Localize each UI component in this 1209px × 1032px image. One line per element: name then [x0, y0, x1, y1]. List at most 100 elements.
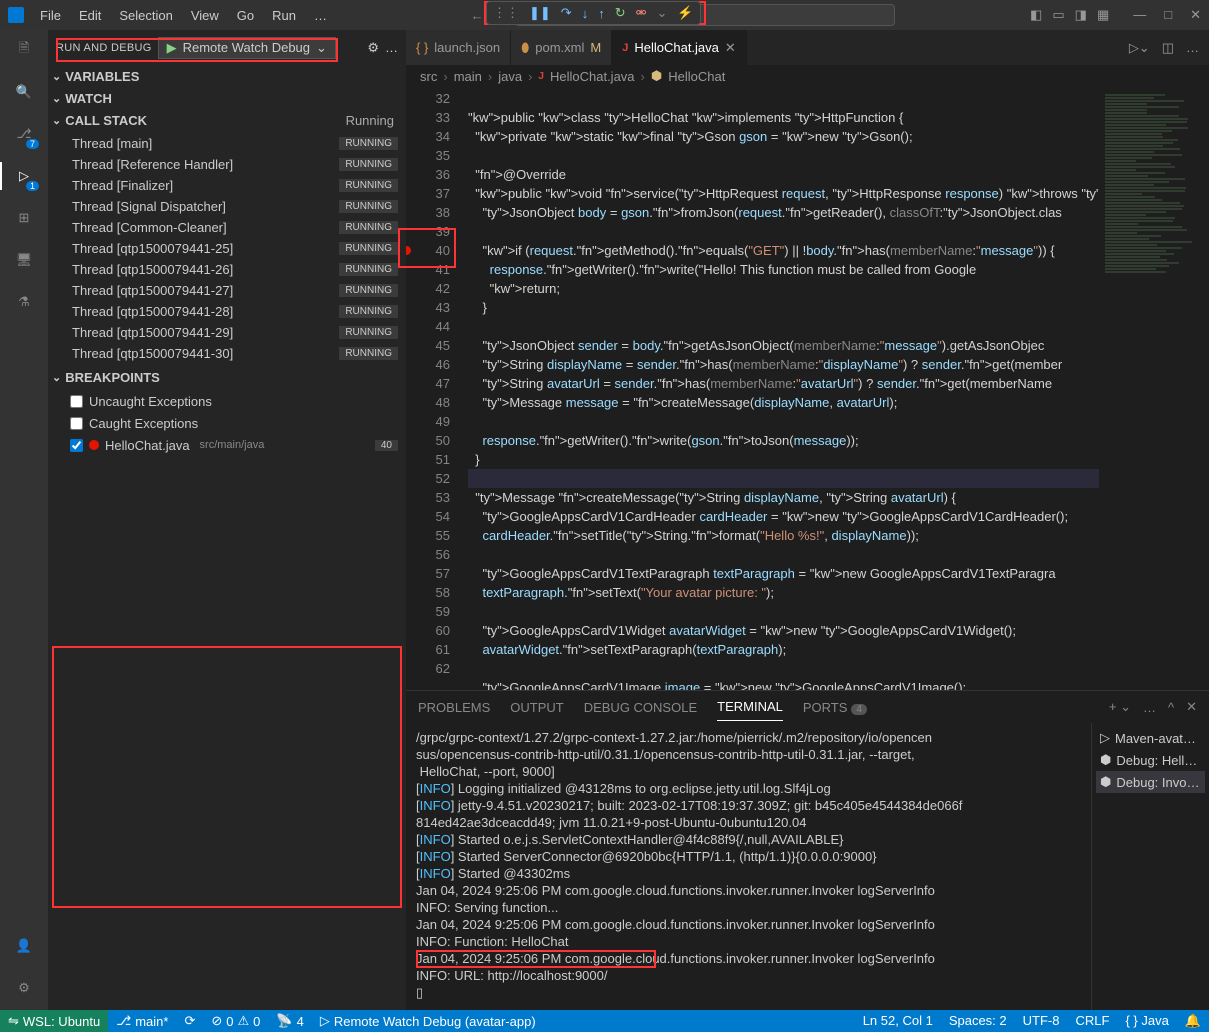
json-icon: { }	[416, 40, 428, 55]
menu-file[interactable]: File	[32, 4, 69, 27]
callstack-thread[interactable]: Thread [qtp1500079441-28]RUNNING	[48, 301, 406, 322]
minimize-icon[interactable]: —	[1133, 7, 1146, 23]
layout-right-icon[interactable]: ◨	[1075, 7, 1087, 23]
gear-icon[interactable]: ⚙	[367, 40, 379, 56]
remote-explorer-icon[interactable]: 🖥	[12, 248, 36, 272]
git-branch[interactable]: ⎇ main*	[108, 1010, 176, 1032]
terminal-list: ▷Maven-avat…⬢Debug: Hell…⬢Debug: Invo…	[1091, 723, 1209, 1010]
minimap[interactable]	[1099, 87, 1209, 690]
new-terminal-icon[interactable]: + ⌄	[1109, 699, 1131, 715]
tab-hellochat-java[interactable]: JHelloChat.java✕	[612, 30, 747, 65]
menu-edit[interactable]: Edit	[71, 4, 109, 27]
menu-run[interactable]: Run	[264, 4, 304, 27]
callstack-thread[interactable]: Thread [main]RUNNING	[48, 133, 406, 154]
callstack-thread[interactable]: Thread [Common-Cleaner]RUNNING	[48, 217, 406, 238]
more-icon[interactable]: …	[1143, 700, 1156, 715]
breadcrumb[interactable]: src› main› java› J HelloChat.java› ⬢ Hel…	[406, 65, 1209, 87]
hot-reload-icon[interactable]: ⚡	[677, 5, 693, 21]
menu-view[interactable]: View	[183, 4, 227, 27]
cursor-position[interactable]: Ln 52, Col 1	[855, 1013, 941, 1028]
tab-launch-json[interactable]: { }launch.json	[406, 30, 511, 65]
step-over-icon[interactable]: ↷	[561, 5, 572, 21]
breakpoint-checkbox[interactable]	[70, 417, 83, 430]
maximize-icon[interactable]: □	[1164, 7, 1172, 23]
callstack-thread[interactable]: Thread [Finalizer]RUNNING	[48, 175, 406, 196]
ports-indicator[interactable]: 📡 4	[268, 1010, 311, 1032]
callstack-thread[interactable]: Thread [qtp1500079441-25]RUNNING	[48, 238, 406, 259]
gutter[interactable]: 3233343536373839404142434445464748495051…	[406, 87, 468, 690]
pause-icon[interactable]: ❚❚	[529, 5, 551, 21]
java-icon: J	[622, 42, 628, 54]
drag-icon[interactable]: ⋮⋮	[493, 5, 519, 21]
breakpoint-checkbox[interactable]	[70, 439, 83, 452]
tab-output[interactable]: OUTPUT	[510, 694, 563, 721]
search-icon[interactable]: 🔍	[12, 80, 36, 104]
restart-icon[interactable]: ↻	[615, 5, 626, 21]
tab-problems[interactable]: PROBLEMS	[418, 694, 490, 721]
chevron-down-icon[interactable]: ⌄	[657, 5, 668, 21]
callstack-thread[interactable]: Thread [qtp1500079441-26]RUNNING	[48, 259, 406, 280]
remote-indicator[interactable]: ⇋ WSL: Ubuntu	[0, 1010, 108, 1032]
breakpoint-dot-icon	[89, 440, 99, 450]
step-out-icon[interactable]: ↑	[598, 6, 605, 21]
tab-ports[interactable]: PORTS4	[803, 694, 867, 721]
run-debug-icon[interactable]: ▷1	[12, 164, 36, 188]
extensions-icon[interactable]: ⊞	[12, 206, 36, 230]
nav-back-icon[interactable]: ←	[471, 8, 484, 23]
disconnect-icon[interactable]: ⚮	[636, 5, 647, 21]
debug-toolbar[interactable]: ⋮⋮ ❚❚ ↷ ↓ ↑ ↻ ⚮ ⌄ ⚡	[486, 1, 701, 25]
close-icon[interactable]: ✕	[725, 40, 736, 56]
tab-debug-console[interactable]: DEBUG CONSOLE	[584, 694, 697, 721]
tab-terminal[interactable]: TERMINAL	[717, 693, 783, 721]
menu-selection[interactable]: Selection	[111, 4, 180, 27]
testing-icon[interactable]: ⚗	[12, 290, 36, 314]
menu-go[interactable]: Go	[229, 4, 262, 27]
split-icon[interactable]: ◫	[1162, 40, 1174, 56]
callstack-thread[interactable]: Thread [qtp1500079441-27]RUNNING	[48, 280, 406, 301]
notifications-icon[interactable]: 🔔	[1177, 1013, 1209, 1029]
indentation[interactable]: Spaces: 2	[941, 1013, 1015, 1028]
more-icon[interactable]: …	[385, 40, 398, 55]
close-icon[interactable]: ✕	[1190, 7, 1201, 23]
git-sync[interactable]: ⟳	[176, 1010, 203, 1032]
xml-icon: ⬮	[521, 40, 529, 56]
menu-more[interactable]: …	[306, 4, 335, 27]
problems-indicator[interactable]: ⊘ 0 ⚠ 0	[203, 1010, 268, 1032]
more-icon[interactable]: …	[1186, 40, 1199, 55]
layout-left-icon[interactable]: ◧	[1030, 7, 1042, 23]
settings-icon[interactable]: ⚙	[12, 976, 36, 1000]
debug-status[interactable]: ▷ Remote Watch Debug (avatar-app)	[312, 1010, 544, 1032]
breakpoint-checkbox[interactable]	[70, 395, 83, 408]
encoding[interactable]: UTF-8	[1015, 1013, 1068, 1028]
code-editor[interactable]: "kw">public "kw">class "ty">HelloChat "k…	[468, 87, 1099, 690]
source-control-icon[interactable]: ⎇7	[12, 122, 36, 146]
accounts-icon[interactable]: 👤	[12, 934, 36, 958]
tab-pom-xml[interactable]: ⬮pom.xmlM	[511, 30, 612, 65]
section-watch[interactable]: ⌄ WATCH	[48, 87, 406, 109]
section-variables[interactable]: ⌄ VARIABLES	[48, 65, 406, 87]
section-callstack[interactable]: ⌄ CALL STACKRunning	[48, 109, 406, 131]
terminal-side-item[interactable]: ⬢Debug: Invo…	[1096, 771, 1205, 793]
explorer-icon[interactable]: 🗎	[12, 38, 36, 62]
language-mode[interactable]: { } Java	[1117, 1013, 1176, 1028]
layout-bottom-icon[interactable]: ▭	[1052, 7, 1064, 23]
layout-customize-icon[interactable]: ▦	[1097, 7, 1109, 23]
close-panel-icon[interactable]: ✕	[1186, 699, 1197, 715]
maximize-panel-icon[interactable]: ^	[1168, 700, 1174, 715]
menu: File Edit Selection View Go Run …	[32, 4, 335, 27]
callstack-thread[interactable]: Thread [qtp1500079441-29]RUNNING	[48, 322, 406, 343]
callstack-thread[interactable]: Thread [qtp1500079441-30]RUNNING	[48, 343, 406, 364]
breakpoint-row[interactable]: HelloChat.javasrc/main/java40	[48, 434, 406, 456]
editor-area: { }launch.json ⬮pom.xmlM JHelloChat.java…	[406, 30, 1209, 1010]
step-into-icon[interactable]: ↓	[582, 6, 589, 21]
terminal-side-item[interactable]: ⬢Debug: Hell…	[1096, 749, 1205, 771]
breakpoint-row[interactable]: Caught Exceptions	[48, 412, 406, 434]
eol[interactable]: CRLF	[1067, 1013, 1117, 1028]
panel-tabs: PROBLEMS OUTPUT DEBUG CONSOLE TERMINAL P…	[406, 691, 1209, 723]
callstack-thread[interactable]: Thread [Signal Dispatcher]RUNNING	[48, 196, 406, 217]
terminal-side-item[interactable]: ▷Maven-avat…	[1096, 727, 1205, 749]
run-icon[interactable]: ▷⌄	[1129, 40, 1150, 56]
section-breakpoints[interactable]: ⌄ BREAKPOINTS	[48, 366, 406, 388]
breakpoint-row[interactable]: Uncaught Exceptions	[48, 390, 406, 412]
callstack-thread[interactable]: Thread [Reference Handler]RUNNING	[48, 154, 406, 175]
